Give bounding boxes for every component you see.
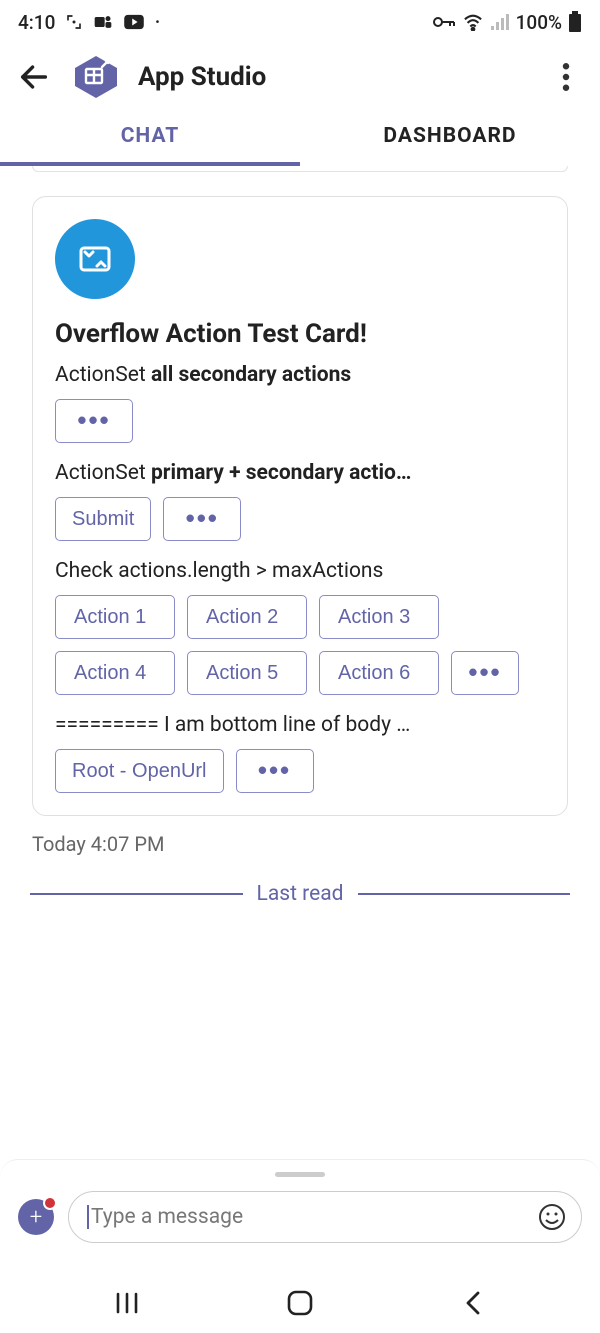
submit-button[interactable]: Submit: [55, 497, 151, 541]
plus-icon: +: [30, 1205, 42, 1230]
action-4-button[interactable]: Action 4: [55, 651, 175, 695]
app-studio-icon: [72, 53, 120, 101]
overflow-button-3[interactable]: •••: [451, 651, 519, 695]
action-3-button[interactable]: Action 3: [319, 595, 439, 639]
status-fullscreen-icon: [65, 13, 83, 31]
status-teams-icon: [93, 13, 113, 31]
chat-body: Overflow Action Test Card! ActionSet all…: [0, 166, 600, 1273]
status-battery-icon: [568, 11, 582, 33]
app-title: App Studio: [138, 62, 528, 92]
nav-back-button[interactable]: [443, 1283, 503, 1323]
divider-line-left: [30, 893, 243, 895]
status-battery-text: 100%: [516, 11, 562, 34]
action-2-button[interactable]: Action 2: [187, 595, 307, 639]
overflow-button-4[interactable]: •••: [236, 749, 314, 793]
status-dot-icon: •: [155, 15, 159, 29]
tab-dashboard-label: DASHBOARD: [383, 124, 516, 148]
adaptive-card: Overflow Action Test Card! ActionSet all…: [32, 196, 568, 816]
message-placeholder: Type a message: [87, 1205, 537, 1229]
previous-card-edge: [32, 166, 568, 172]
emoji-button[interactable]: [537, 1202, 567, 1232]
tab-dashboard[interactable]: DASHBOARD: [300, 110, 600, 166]
action-6-button[interactable]: Action 6: [319, 651, 439, 695]
card-line-2: ActionSet primary + secondary actio…: [55, 461, 545, 485]
status-vpn-icon: [432, 15, 456, 29]
status-bar: 4:10 • 100%: [0, 0, 600, 44]
tab-bar: CHAT DASHBOARD: [0, 110, 600, 166]
tab-chat[interactable]: CHAT: [0, 110, 300, 166]
app-bar: App Studio: [0, 44, 600, 110]
message-timestamp: Today 4:07 PM: [32, 832, 600, 856]
overflow-button-1[interactable]: •••: [55, 399, 133, 443]
root-openurl-button[interactable]: Root - OpenUrl: [55, 749, 224, 793]
android-nav-bar: [0, 1273, 600, 1333]
add-button[interactable]: +: [18, 1199, 54, 1235]
message-input[interactable]: Type a message: [68, 1191, 582, 1243]
drag-handle[interactable]: [275, 1172, 325, 1177]
action-1-button[interactable]: Action 1: [55, 595, 175, 639]
back-button[interactable]: [14, 57, 54, 97]
card-line-1: ActionSet all secondary actions: [55, 363, 545, 387]
card-title: Overflow Action Test Card!: [55, 319, 545, 349]
status-wifi-icon: [462, 13, 484, 31]
action-5-button[interactable]: Action 5: [187, 651, 307, 695]
tab-chat-label: CHAT: [121, 124, 180, 148]
composer-panel: + Type a message: [0, 1159, 600, 1273]
notification-badge: [43, 1196, 57, 1210]
nav-recent-button[interactable]: [97, 1283, 157, 1323]
last-read-label: Last read: [257, 882, 344, 906]
overflow-menu-button[interactable]: [546, 57, 586, 97]
status-time: 4:10: [18, 11, 55, 34]
status-signal-icon: [490, 13, 510, 31]
card-bottom-line: ========= I am bottom line of body …: [55, 713, 545, 737]
nav-home-button[interactable]: [270, 1283, 330, 1323]
last-read-divider: Last read: [30, 882, 570, 906]
card-line-3: Check actions.length > maxActions: [55, 559, 545, 583]
overflow-button-2[interactable]: •••: [163, 497, 241, 541]
card-avatar-icon: [55, 219, 135, 299]
divider-line-right: [358, 893, 571, 895]
status-youtube-icon: [123, 14, 145, 30]
